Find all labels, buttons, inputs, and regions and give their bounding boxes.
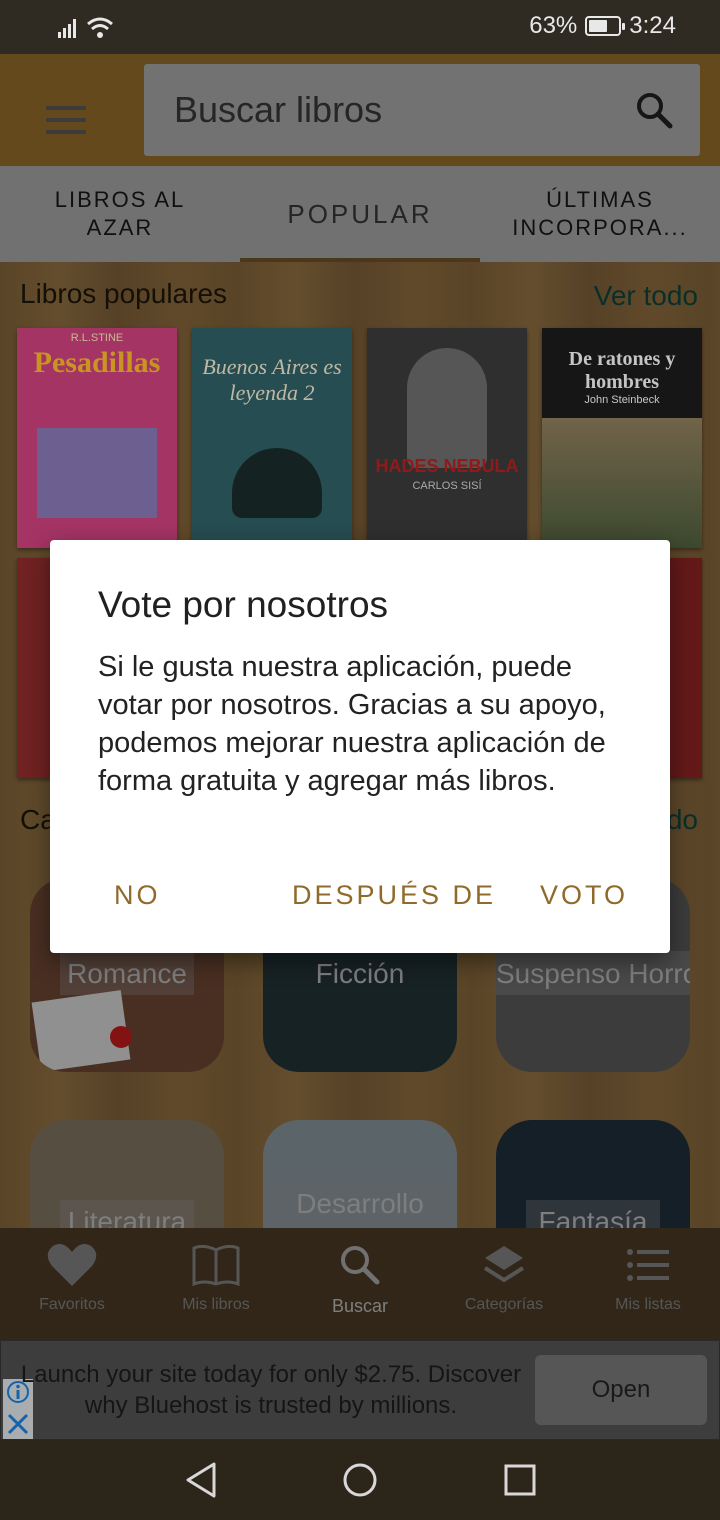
status-bar: 63% 3:24: [0, 0, 720, 54]
dialog-message: Si le gusta nuestra aplicación, puede vo…: [98, 651, 606, 797]
back-icon[interactable]: [184, 1462, 218, 1498]
later-button[interactable]: DESPUÉS DE: [292, 880, 496, 911]
clock: 3:24: [629, 12, 676, 39]
signal-wifi-icon: [58, 17, 113, 38]
home-icon[interactable]: [342, 1462, 378, 1498]
recents-icon[interactable]: [504, 1464, 536, 1496]
vote-button[interactable]: VOTO: [540, 880, 628, 911]
system-navigation-bar: [0, 1440, 720, 1520]
no-button[interactable]: NO: [114, 880, 161, 911]
battery-icon: [585, 16, 626, 36]
vote-dialog: Vote por nosotros Si le gusta nuestra ap…: [50, 540, 670, 953]
battery-percent: 63%: [529, 12, 578, 39]
dialog-title: Vote por nosotros: [98, 584, 389, 625]
